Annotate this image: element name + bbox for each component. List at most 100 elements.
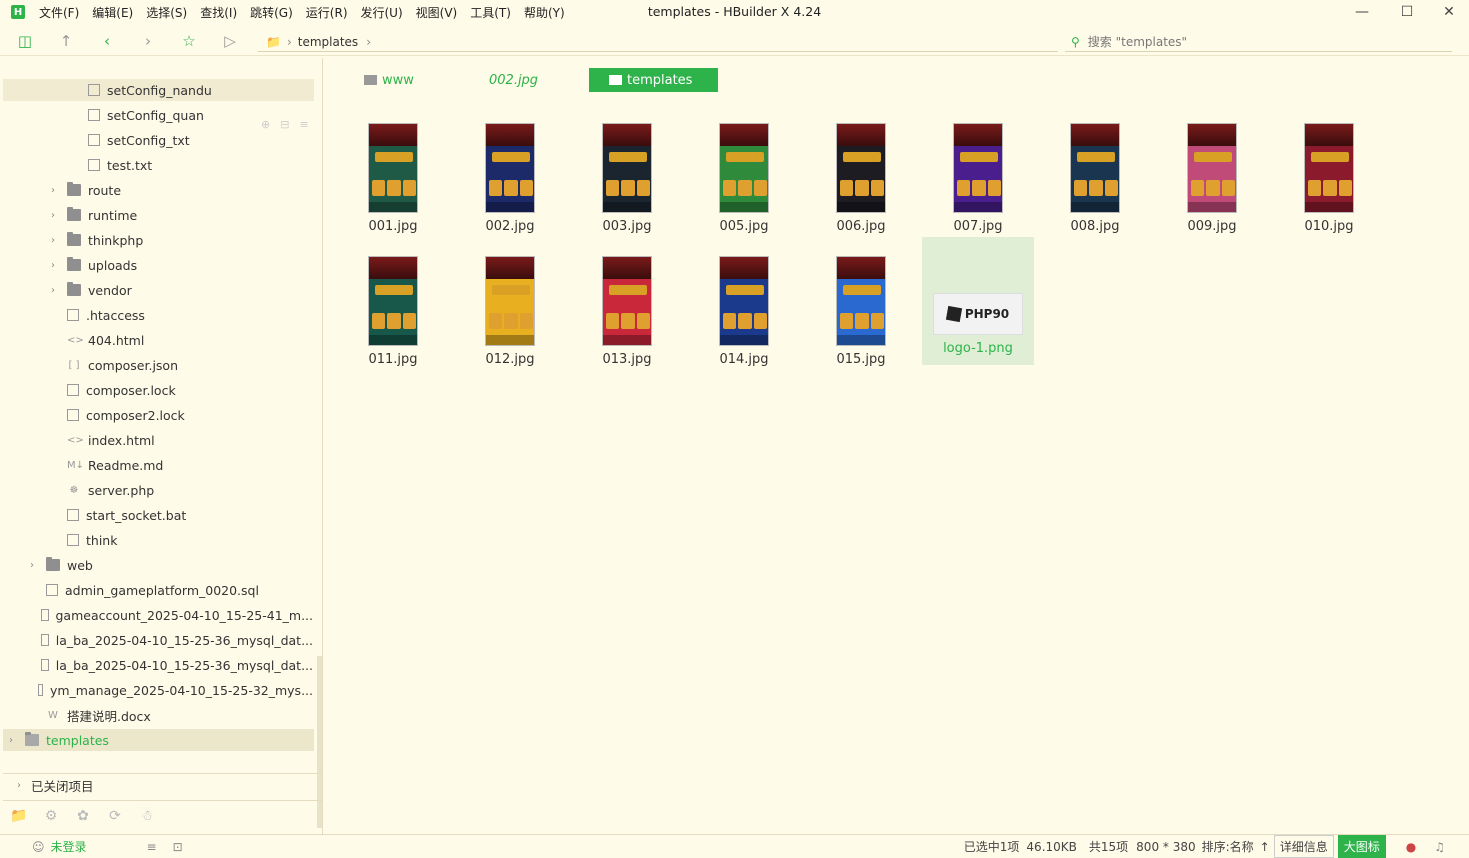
dir-tab-www[interactable]: www (364, 68, 414, 92)
menu-goto[interactable]: 跳转(G) (250, 4, 293, 21)
tree-item[interactable]: › runtime (3, 204, 313, 226)
chevron-right-icon[interactable]: › (47, 285, 59, 296)
tree-item[interactable]: start_socket.bat (3, 504, 313, 526)
tree-item[interactable]: M↓ Readme.md (3, 454, 313, 476)
login-status[interactable]: 未登录 (51, 838, 87, 855)
maximize-icon[interactable]: ☐ (1387, 0, 1427, 24)
forward-icon[interactable]: › (138, 31, 158, 51)
thumbnail-item[interactable]: 001.jpg (337, 113, 449, 239)
file-icon (40, 609, 49, 621)
thumbnail-image (836, 256, 886, 346)
tree-item[interactable]: › uploads (3, 254, 313, 276)
dir-tab-templates[interactable]: templates (589, 68, 718, 92)
tree-item[interactable]: ym_manage_2025-04-10_15-25-32_mys... (3, 679, 313, 701)
thumbnail-image (485, 123, 535, 213)
tree-item[interactable]: gameaccount_2025-04-10_15-25-41_m... (3, 604, 313, 626)
tree-item[interactable]: composer.lock (3, 379, 313, 401)
chevron-right-icon[interactable]: › (47, 235, 59, 246)
tree-item[interactable]: <> index.html (3, 429, 313, 451)
file-size: 46.10KB (1026, 839, 1077, 854)
terminal-icon[interactable]: ⊡ (173, 840, 183, 854)
close-icon[interactable]: ✕ (1429, 0, 1469, 24)
search-input[interactable]: ⚲ 搜索 "templates" (1065, 32, 1452, 52)
thumbnail-item[interactable]: 005.jpg (688, 113, 800, 239)
new-file-icon[interactable]: ◫ (15, 31, 35, 51)
menu-find[interactable]: 查找(I) (200, 4, 237, 21)
thumbnail-item[interactable]: 010.jpg (1273, 113, 1385, 239)
menu-edit[interactable]: 编辑(E) (92, 4, 133, 21)
thumbnail-image (1187, 123, 1237, 213)
chevron-right-icon[interactable]: › (47, 260, 59, 271)
tree-item[interactable]: think (3, 529, 313, 551)
tree-item[interactable]: › route (3, 179, 313, 201)
tree-item[interactable]: setConfig_quan (3, 104, 313, 126)
menu-view[interactable]: 视图(V) (416, 4, 458, 21)
chevron-right-icon[interactable]: › (47, 185, 59, 196)
thumbnail-item[interactable]: 002.jpg (454, 113, 566, 239)
sort-label[interactable]: 排序:名称 (1202, 838, 1254, 855)
up-arrow-icon[interactable]: ↑ (56, 31, 76, 51)
file-icon (67, 509, 79, 521)
chevron-right-icon[interactable]: › (26, 560, 38, 571)
breadcrumb[interactable]: templates (298, 35, 358, 49)
thumbnail-item[interactable]: 008.jpg (1039, 113, 1151, 239)
thumbnail-item[interactable]: 011.jpg (337, 246, 449, 372)
tree-item[interactable]: › thinkphp (3, 229, 313, 251)
tree-item[interactable]: W 搭建说明.docx (3, 704, 313, 726)
tree-item[interactable]: test.txt (3, 154, 313, 176)
tree-item[interactable]: › web (3, 554, 313, 576)
tree-item[interactable]: composer2.lock (3, 404, 313, 426)
run-icon[interactable]: ▷ (220, 31, 240, 51)
thumbnail-item[interactable]: 009.jpg (1156, 113, 1268, 239)
git-icon[interactable]: ⟳ (99, 808, 131, 824)
tree-item-label: admin_gameplatform_0020.sql (65, 582, 259, 598)
minimize-icon[interactable]: — (1342, 0, 1382, 24)
chevron-right-icon[interactable]: › (5, 735, 17, 746)
thumbnail-item[interactable]: 012.jpg (454, 246, 566, 372)
thumbnail-item[interactable]: 015.jpg (805, 246, 917, 372)
user-icon[interactable]: ☺ (32, 840, 45, 854)
thumbnail-item-selected[interactable]: PHP90 logo-1.png (922, 237, 1034, 365)
menu-select[interactable]: 选择(S) (146, 4, 187, 21)
path-bar[interactable]: 📁 › templates › (258, 32, 1058, 52)
notification-icon[interactable]: ● (1406, 840, 1416, 854)
menu-tools[interactable]: 工具(T) (470, 4, 511, 21)
tree-item[interactable]: setConfig_nandu (3, 79, 314, 101)
tree-item[interactable]: la_ba_2025-04-10_15-25-36_mysql_dat... (3, 654, 313, 676)
tree-item[interactable]: › vendor (3, 279, 313, 301)
thumbnail-item[interactable]: 007.jpg (922, 113, 1034, 239)
thumbnail-name: 015.jpg (836, 352, 886, 367)
folder-icon (67, 182, 81, 196)
list-icon[interactable]: ≡ (147, 840, 157, 854)
php-icon: ☸ (69, 484, 79, 496)
tree-item[interactable]: admin_gameplatform_0020.sql (3, 579, 313, 601)
tree-item[interactable]: setConfig_txt (3, 129, 313, 151)
large-icon-view-button[interactable]: 大图标 (1337, 835, 1386, 858)
detail-view-button[interactable]: 详细信息 (1273, 835, 1334, 858)
menu-help[interactable]: 帮助(Y) (524, 4, 565, 21)
thumbnail-item[interactable]: 003.jpg (571, 113, 683, 239)
chevron-right-icon[interactable]: › (47, 210, 59, 221)
extension-icon[interactable]: ☃ (131, 808, 163, 824)
tree-item[interactable]: [ ] composer.json (3, 354, 313, 376)
tree-item[interactable]: <> 404.html (3, 329, 313, 351)
tree-item[interactable]: › templates (3, 729, 314, 751)
bell-icon[interactable]: ♫ (1434, 840, 1445, 854)
menu-run[interactable]: 运行(R) (306, 4, 348, 21)
tree-item[interactable]: ☸ server.php (3, 479, 313, 501)
closed-projects[interactable]: › 已关闭项目 (3, 773, 323, 797)
menu-file[interactable]: 文件(F) (39, 4, 79, 21)
thumbnail-item[interactable]: 014.jpg (688, 246, 800, 372)
thumbnail-item[interactable]: 006.jpg (805, 113, 917, 239)
dir-tab-002[interactable]: 002.jpg (489, 68, 538, 92)
thumbnail-item[interactable]: 013.jpg (571, 246, 683, 372)
back-icon[interactable]: ‹ (97, 31, 117, 51)
tree-item[interactable]: .htaccess (3, 304, 313, 326)
plugin-icon[interactable]: ⚙ (35, 808, 67, 824)
star-icon[interactable]: ☆ (179, 31, 199, 51)
debug-icon[interactable]: ✿ (67, 808, 99, 824)
sort-arrow-icon[interactable]: ↑ (1260, 840, 1270, 854)
tree-item[interactable]: la_ba_2025-04-10_15-25-36_mysql_dat... (3, 629, 313, 651)
project-manager-icon[interactable]: 📁 (3, 808, 35, 824)
menu-publish[interactable]: 发行(U) (361, 4, 403, 21)
